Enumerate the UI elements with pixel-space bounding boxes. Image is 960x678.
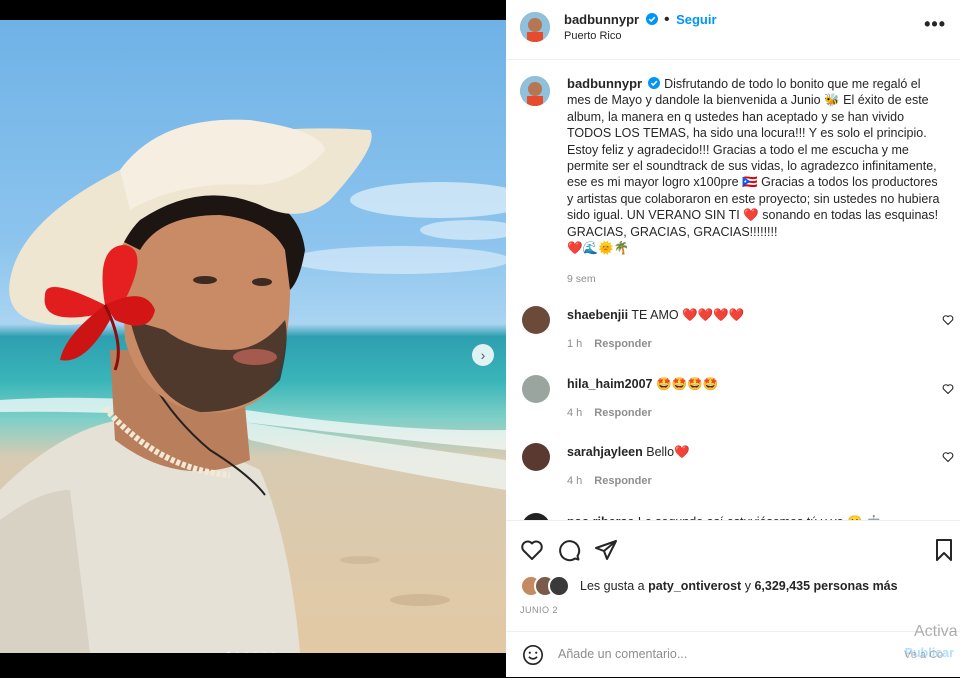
comment-text: TE AMO ❤️❤️❤️❤️ (631, 308, 745, 322)
reply-button[interactable]: Responder (594, 338, 651, 350)
add-comment-input[interactable] (556, 646, 890, 662)
follow-button[interactable]: Seguir (676, 12, 716, 27)
like-heart-icon[interactable] (520, 538, 544, 562)
bottom-black-bar (0, 653, 506, 677)
comment-icon[interactable] (557, 538, 581, 562)
caption-emoji: ❤️🌊🌞🌴 (567, 241, 630, 256)
liker-avatar[interactable] (548, 575, 570, 597)
post-caption: badbunnypr Disfrutando de todo lo bonito … (567, 76, 945, 256)
save-bookmark-icon[interactable] (932, 538, 956, 562)
more-options-icon[interactable]: ••• (924, 14, 946, 35)
verified-badge-icon (645, 13, 658, 25)
likes-connector: y (744, 579, 751, 593)
comment-meta: 1 h Responder (567, 338, 652, 350)
avatar[interactable] (522, 443, 550, 471)
share-icon[interactable] (594, 538, 618, 562)
avatar[interactable] (522, 306, 550, 334)
action-bar (506, 520, 960, 573)
likes-count[interactable]: 6,329,435 personas más (754, 579, 897, 593)
comment-username[interactable]: shaebenjii (567, 308, 628, 322)
avatar[interactable] (522, 375, 550, 403)
comment-text: 🤩🤩🤩🤩 (655, 377, 719, 391)
comment-username[interactable]: sarahjayleen (567, 445, 643, 459)
post-date[interactable]: JUNIO 2 (520, 605, 558, 615)
caption-username[interactable]: badbunnypr (567, 76, 642, 91)
comment-text-line: hila_haim2007 🤩🤩🤩🤩 (567, 377, 718, 392)
carousel-next-icon[interactable]: › (472, 344, 494, 366)
comment-username[interactable]: hila_haim2007 (567, 377, 652, 391)
emoji-icon[interactable] (522, 644, 544, 666)
comment-like-icon[interactable] (942, 451, 954, 463)
reply-button[interactable]: Responder (594, 475, 651, 487)
comment-text: Bello❤️ (646, 445, 690, 459)
avatar[interactable] (522, 513, 550, 520)
activation-watermark: Activa (914, 623, 958, 640)
verified-badge-icon (648, 77, 661, 89)
comment-timestamp[interactable]: 4 h (567, 475, 582, 487)
activation-watermark-sub: Ve a Co (904, 649, 944, 661)
post-photo[interactable]: › (0, 20, 506, 653)
likes-prefix: Les gusta a (580, 579, 645, 593)
comments-scroll-area[interactable]: badbunnypr Disfrutando de todo lo bonito … (506, 60, 960, 520)
comment-meta: 4 h Responder (567, 475, 652, 487)
comment-text-line: sarahjayleen Bello❤️ (567, 445, 690, 460)
likes-first-user[interactable]: paty_ontiverost (648, 579, 741, 593)
caption-timestamp[interactable]: 9 sem (567, 273, 596, 285)
likes-summary: Les gusta a paty_ontiverost y 6,329,435 … (520, 575, 898, 597)
avatar[interactable] (520, 76, 550, 106)
comment-like-icon[interactable] (942, 314, 954, 326)
comment-timestamp[interactable]: 4 h (567, 407, 582, 419)
post-header: badbunnypr • Seguir Puerto Rico ••• (506, 0, 960, 60)
beach-portrait-image (0, 119, 506, 653)
comment-meta: 4 h Responder (567, 407, 652, 419)
add-comment-bar: Publicar (506, 631, 960, 678)
post-username[interactable]: badbunnypr (564, 12, 639, 27)
post-details-panel: badbunnypr • Seguir Puerto Rico ••• badb… (506, 0, 960, 677)
comment-timestamp[interactable]: 1 h (567, 338, 582, 350)
caption-text: Disfrutando de todo lo bonito que me reg… (567, 77, 940, 239)
post-location[interactable]: Puerto Rico (564, 30, 621, 42)
avatar[interactable] (520, 12, 550, 42)
comment-text-line: shaebenjii TE AMO ❤️❤️❤️❤️ (567, 308, 744, 323)
comment-like-icon[interactable] (942, 383, 954, 395)
reply-button[interactable]: Responder (594, 407, 651, 419)
